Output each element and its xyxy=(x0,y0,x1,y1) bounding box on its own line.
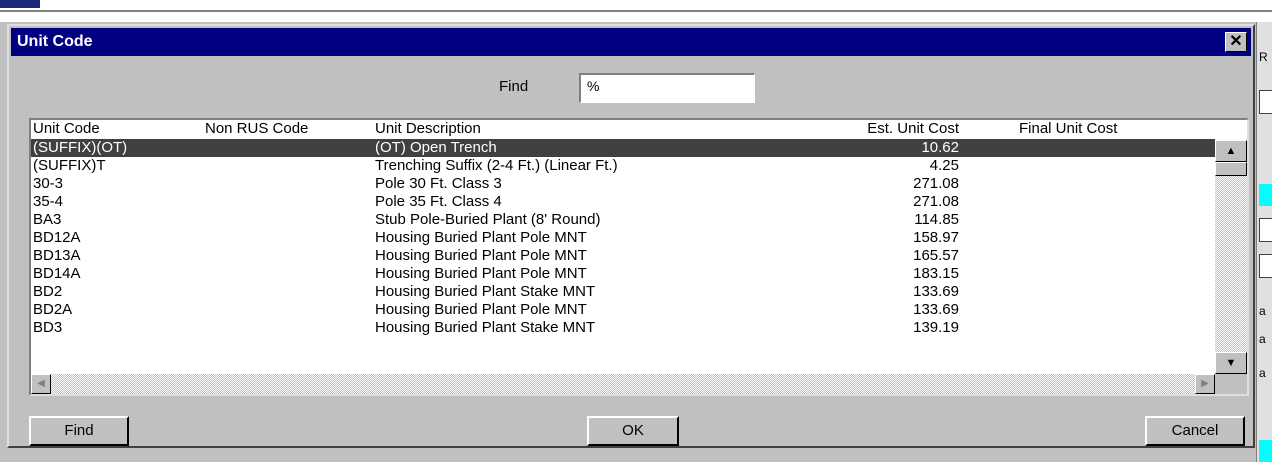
background-highlight xyxy=(1259,184,1272,206)
background-label: a xyxy=(1259,366,1266,380)
background-field xyxy=(1259,218,1272,242)
cell-est-cost: 114.85 xyxy=(914,211,959,228)
cell-unit-code: 30-3 xyxy=(33,175,64,192)
unit-code-list[interactable]: Unit Code Non RUS Code Unit Description … xyxy=(29,118,1249,396)
cell-est-cost: 139.19 xyxy=(913,319,959,336)
list-item[interactable]: (SUFFIX)T Trenching Suffix (2-4 Ft.) (Li… xyxy=(31,157,1215,175)
list-item[interactable]: 30-3 Pole 30 Ft. Class 3 271.08 xyxy=(31,175,1215,193)
cell-est-cost: 271.08 xyxy=(913,175,959,192)
cell-description: Pole 30 Ft. Class 3 xyxy=(375,175,502,192)
cell-description: Housing Buried Plant Stake MNT xyxy=(375,319,596,336)
column-header-unit-description[interactable]: Unit Description xyxy=(375,120,481,138)
background-label: a xyxy=(1259,332,1266,346)
column-header-non-rus-code[interactable]: Non RUS Code xyxy=(205,120,308,138)
background-app-icon xyxy=(0,0,40,8)
column-header-final-unit-cost[interactable]: Final Unit Cost xyxy=(1019,120,1117,138)
cell-est-cost: 165.57 xyxy=(913,247,959,264)
scroll-up-icon[interactable]: ▲ xyxy=(1215,140,1247,162)
cell-unit-code: (SUFFIX)T xyxy=(33,157,106,174)
scroll-corner xyxy=(1215,374,1247,394)
scroll-left-icon[interactable]: ◀ xyxy=(31,374,51,394)
cell-description: Housing Buried Plant Pole MNT xyxy=(375,247,587,264)
background-label: R xyxy=(1259,50,1268,64)
dialog-title: Unit Code xyxy=(17,33,93,50)
cell-unit-code: (SUFFIX)(OT) xyxy=(33,139,128,156)
vertical-scroll-thumb[interactable] xyxy=(1215,162,1247,176)
cell-unit-code: BD12A xyxy=(33,229,81,246)
close-icon[interactable]: ✕ xyxy=(1225,32,1247,52)
vertical-scrollbar[interactable]: ▲ ▼ xyxy=(1215,140,1247,374)
horizontal-scroll-track[interactable] xyxy=(51,374,1195,394)
list-item[interactable]: BD13A Housing Buried Plant Pole MNT 165.… xyxy=(31,247,1215,265)
cell-est-cost: 133.69 xyxy=(913,283,959,300)
background-label: a xyxy=(1259,304,1266,318)
cell-unit-code: BD2A xyxy=(33,301,73,318)
cell-est-cost: 133.69 xyxy=(913,301,959,318)
cell-est-cost: 10.62 xyxy=(921,139,959,156)
list-item[interactable]: BD12A Housing Buried Plant Pole MNT 158.… xyxy=(31,229,1215,247)
scroll-down-icon[interactable]: ▼ xyxy=(1215,352,1247,374)
column-header-est-unit-cost[interactable]: Est. Unit Cost xyxy=(847,120,959,138)
cell-description: Trenching Suffix (2-4 Ft.) (Linear Ft.) xyxy=(375,157,618,174)
cell-est-cost: 158.97 xyxy=(913,229,959,246)
ok-button[interactable]: OK xyxy=(587,416,679,446)
scroll-right-icon[interactable]: ▶ xyxy=(1195,374,1215,394)
background-app-right-panel: R a a a xyxy=(1256,22,1272,462)
cancel-button[interactable]: Cancel xyxy=(1145,416,1245,446)
horizontal-scrollbar[interactable]: ◀ ▶ xyxy=(31,374,1215,394)
list-item[interactable]: 35-4 Pole 35 Ft. Class 4 271.08 xyxy=(31,193,1215,211)
unit-code-dialog: Unit Code ✕ Find % Unit Code Non RUS Cod… xyxy=(7,24,1255,448)
list-header: Unit Code Non RUS Code Unit Description … xyxy=(31,120,1215,138)
list-item[interactable]: (SUFFIX)(OT) (OT) Open Trench 10.62 xyxy=(31,139,1215,157)
find-input[interactable]: % xyxy=(579,73,755,103)
find-label: Find xyxy=(499,78,529,95)
cell-description: Housing Buried Plant Pole MNT xyxy=(375,301,587,318)
list-item[interactable]: BA3 Stub Pole-Buried Plant (8' Round) 11… xyxy=(31,211,1215,229)
list-item[interactable]: BD3 Housing Buried Plant Stake MNT 139.1… xyxy=(31,319,1215,337)
cell-description: Stub Pole-Buried Plant (8' Round) xyxy=(375,211,601,228)
background-field xyxy=(1259,254,1272,278)
background-app-divider xyxy=(0,10,1272,12)
cell-description: Housing Buried Plant Stake MNT xyxy=(375,283,596,300)
cell-unit-code: BD13A xyxy=(33,247,81,264)
background-field xyxy=(1259,90,1272,114)
cell-unit-code: BD2 xyxy=(33,283,63,300)
cell-description: Housing Buried Plant Pole MNT xyxy=(375,265,587,282)
list-item[interactable]: BD14A Housing Buried Plant Pole MNT 183.… xyxy=(31,265,1215,283)
vertical-scroll-track[interactable] xyxy=(1215,176,1247,352)
cell-unit-code: BA3 xyxy=(33,211,62,228)
cell-unit-code: BD3 xyxy=(33,319,63,336)
dialog-title-bar[interactable]: Unit Code ✕ xyxy=(11,28,1251,56)
cell-est-cost: 4.25 xyxy=(929,157,959,174)
list-item[interactable]: BD2 Housing Buried Plant Stake MNT 133.6… xyxy=(31,283,1215,301)
cell-description: Pole 35 Ft. Class 4 xyxy=(375,193,502,210)
column-header-unit-code[interactable]: Unit Code xyxy=(33,120,100,138)
list-item[interactable]: BD2A Housing Buried Plant Pole MNT 133.6… xyxy=(31,301,1215,319)
cell-est-cost: 271.08 xyxy=(913,193,959,210)
cell-description: (OT) Open Trench xyxy=(375,139,497,156)
cell-est-cost: 183.15 xyxy=(913,265,959,282)
cell-unit-code: BD14A xyxy=(33,265,81,282)
cell-description: Housing Buried Plant Pole MNT xyxy=(375,229,587,246)
find-button[interactable]: Find xyxy=(29,416,129,446)
background-highlight xyxy=(1259,440,1272,462)
cell-unit-code: 35-4 xyxy=(33,193,64,210)
